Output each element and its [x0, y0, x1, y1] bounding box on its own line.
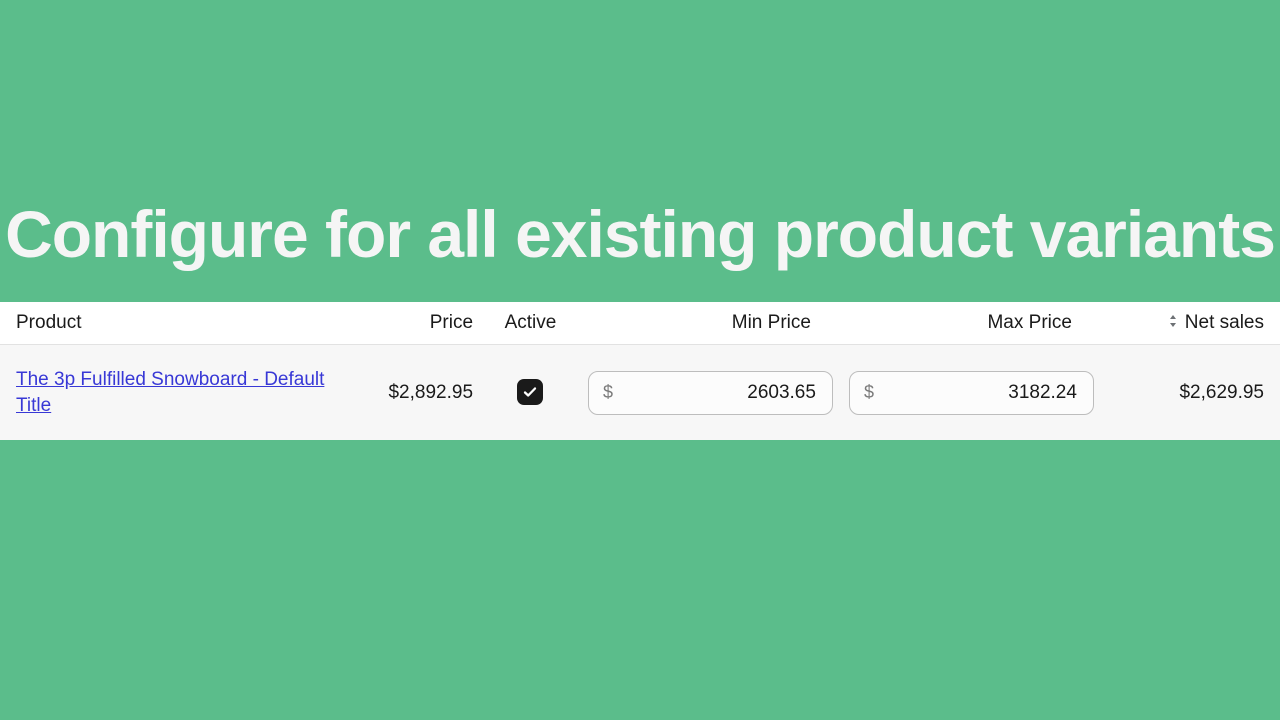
- cell-product: The 3p Fulfilled Snowboard - Default Tit…: [0, 344, 352, 440]
- header-price[interactable]: Price: [352, 302, 481, 345]
- product-link[interactable]: The 3p Fulfilled Snowboard - Default Tit…: [16, 367, 344, 418]
- cell-netsales: $2,629.95: [1102, 344, 1280, 440]
- cell-price: $2,892.95: [352, 344, 481, 440]
- hero-banner: Configure for all existing product varia…: [0, 0, 1280, 302]
- minprice-input[interactable]: [621, 382, 832, 404]
- header-maxprice[interactable]: Max Price: [841, 302, 1102, 345]
- active-checkbox[interactable]: [517, 379, 543, 405]
- minprice-input-wrapper[interactable]: $: [588, 371, 833, 415]
- currency-prefix: $: [589, 382, 621, 403]
- table-row: The 3p Fulfilled Snowboard - Default Tit…: [0, 344, 1280, 440]
- maxprice-input-wrapper[interactable]: $: [849, 371, 1094, 415]
- cell-active: [481, 344, 580, 440]
- cell-minprice: $: [580, 344, 841, 440]
- header-netsales-label: Net sales: [1185, 312, 1264, 333]
- maxprice-input[interactable]: [882, 382, 1093, 404]
- currency-prefix: $: [850, 382, 882, 403]
- product-table: Product Price Active Min Price Max Price…: [0, 302, 1280, 440]
- header-product[interactable]: Product: [0, 302, 352, 345]
- sort-icon[interactable]: [1167, 316, 1183, 332]
- header-minprice[interactable]: Min Price: [580, 302, 841, 345]
- cell-maxprice: $: [841, 344, 1102, 440]
- header-active[interactable]: Active: [481, 302, 580, 345]
- check-icon: [522, 384, 538, 400]
- header-netsales[interactable]: Net sales: [1102, 302, 1280, 345]
- hero-title: Configure for all existing product varia…: [0, 198, 1280, 272]
- product-table-wrapper: Product Price Active Min Price Max Price…: [0, 302, 1280, 440]
